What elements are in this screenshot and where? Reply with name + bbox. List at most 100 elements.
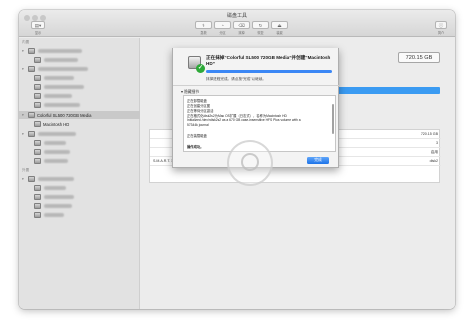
blurred-label bbox=[44, 141, 66, 145]
blurred-label bbox=[44, 204, 72, 208]
sidebar-item-volume[interactable] bbox=[19, 139, 140, 147]
blurred-label bbox=[44, 58, 78, 62]
sidebar-section-external: 外置 bbox=[22, 168, 30, 172]
info-label: 简介 bbox=[437, 31, 445, 35]
watermark-ring bbox=[241, 153, 259, 171]
window-title: 磁盘工具 bbox=[226, 13, 247, 19]
sidebar-icon: ▤▾ bbox=[34, 23, 42, 28]
chevron-down-icon[interactable]: ▾ bbox=[22, 132, 24, 136]
partition-button[interactable]: ◔ bbox=[214, 21, 231, 29]
sidebar-item-volume[interactable] bbox=[19, 83, 140, 91]
divider bbox=[173, 85, 339, 86]
sidebar-item-volume[interactable] bbox=[19, 148, 140, 156]
sidebar-item-label: Colorful SL500 720GB Media bbox=[37, 113, 92, 118]
blurred-label bbox=[38, 49, 82, 53]
erase-label: 抹掉 bbox=[238, 31, 245, 35]
blurred-label bbox=[44, 150, 70, 154]
done-button[interactable]: 完成 bbox=[307, 157, 329, 164]
sheet-status-text: 抹掉进程完成。请点按“完成”以继续。 bbox=[206, 77, 266, 81]
blurred-label bbox=[44, 94, 72, 98]
chevron-down-icon[interactable]: ▾ bbox=[22, 177, 24, 181]
first-aid-button[interactable]: ⚕ bbox=[195, 21, 212, 29]
hard-disk-icon bbox=[28, 131, 35, 137]
hard-disk-icon bbox=[28, 176, 35, 182]
stethoscope-icon: ⚕ bbox=[202, 23, 205, 28]
log-line: Initialized /dev/rdisk2s2 as a 670 GB ca… bbox=[187, 118, 301, 122]
disk-utility-window: 磁盘工具 ▤▾ 显示 ⚕ 急救 ◔ 分区 ⌫ 抹掉 ↻ 恢复 ⏏ 装载 ⓘ 简介… bbox=[19, 10, 455, 309]
erase-button[interactable]: ⌫ bbox=[233, 21, 250, 29]
log-line: 57344k journal bbox=[187, 123, 209, 127]
sidebar-item-disk[interactable]: ▾ bbox=[19, 175, 140, 183]
blurred-label bbox=[38, 177, 74, 181]
sidebar-item-volume[interactable] bbox=[19, 74, 140, 82]
volume-icon bbox=[34, 140, 41, 146]
volume-icon bbox=[34, 185, 41, 191]
mount-button[interactable]: ⏏ bbox=[271, 21, 288, 29]
details-label: 隐藏细节 bbox=[183, 90, 200, 94]
chevron-down-icon[interactable]: ▾ bbox=[22, 49, 24, 53]
progress-bar bbox=[206, 70, 332, 73]
restore-button[interactable]: ↻ bbox=[252, 21, 269, 29]
sidebar-section-internal: 内置 bbox=[22, 40, 30, 44]
eraser-icon: ⌫ bbox=[238, 23, 245, 28]
blurred-label bbox=[44, 76, 74, 80]
sidebar-item-disk[interactable]: ▾ bbox=[19, 130, 140, 138]
blurred-label bbox=[44, 103, 80, 107]
volume-icon bbox=[34, 102, 41, 108]
log-line: 操作成功。 bbox=[187, 145, 204, 149]
info-value: 3 bbox=[436, 141, 438, 145]
sidebar-item-selected-disk[interactable]: ▾ Colorful SL500 720GB Media bbox=[19, 111, 140, 119]
hard-disk-icon bbox=[28, 48, 35, 54]
partition-label: 分区 bbox=[219, 31, 226, 35]
pie-icon: ◔ bbox=[221, 23, 224, 28]
chevron-down-icon[interactable]: ▾ bbox=[22, 113, 24, 117]
checkmark-icon: ✓ bbox=[196, 64, 205, 73]
blurred-label bbox=[44, 186, 66, 190]
sidebar-item-volume[interactable] bbox=[19, 101, 140, 109]
blurred-label bbox=[44, 213, 64, 217]
restore-icon: ↻ bbox=[258, 23, 263, 28]
chevron-down-icon: ▾ bbox=[181, 90, 183, 94]
volume-icon bbox=[34, 203, 41, 209]
sidebar-item-disk[interactable]: ▾ bbox=[19, 47, 140, 55]
sidebar-item-macintosh-hd[interactable]: Macintosh HD bbox=[19, 120, 140, 128]
volume-icon bbox=[34, 121, 41, 127]
first-aid-label: 急救 bbox=[200, 31, 207, 35]
info-button[interactable]: ⓘ bbox=[435, 21, 447, 29]
view-button[interactable]: ▤▾ bbox=[31, 21, 45, 29]
blurred-label bbox=[44, 159, 68, 163]
sidebar-item-volume[interactable] bbox=[19, 193, 140, 201]
info-value: disk2 bbox=[429, 159, 438, 163]
hard-disk-icon bbox=[28, 66, 35, 72]
volume-icon bbox=[34, 57, 41, 63]
watermark-logo bbox=[227, 140, 273, 186]
volume-icon bbox=[34, 212, 41, 218]
log-line: 正在装载磁盘 bbox=[187, 134, 207, 138]
scrollbar[interactable] bbox=[332, 104, 334, 134]
volume-icon bbox=[34, 75, 41, 81]
sheet-title: 正在抹掉“Colorful SL500 720GB Media”并创建“Maci… bbox=[206, 55, 331, 66]
sidebar-item-volume[interactable] bbox=[19, 211, 140, 219]
mount-label: 装载 bbox=[276, 31, 283, 35]
hard-disk-icon bbox=[28, 112, 35, 118]
sidebar-item-volume[interactable] bbox=[19, 92, 140, 100]
volume-icon bbox=[34, 84, 41, 90]
volume-icon bbox=[34, 158, 41, 164]
sidebar-item-volume[interactable] bbox=[19, 56, 140, 64]
volume-icon bbox=[34, 149, 41, 155]
chevron-down-icon[interactable]: ▾ bbox=[22, 67, 24, 71]
sidebar: 内置 ▾ ▾ ▾ Colorful SL500 720GB Media Maci… bbox=[19, 38, 140, 309]
capacity-badge: 720.15 GB bbox=[398, 52, 440, 63]
info-value: 720.15 GB bbox=[420, 132, 438, 136]
mount-icon: ⏏ bbox=[277, 23, 282, 28]
sidebar-item-volume[interactable] bbox=[19, 184, 140, 192]
sidebar-item-disk[interactable]: ▾ bbox=[19, 65, 140, 73]
sidebar-item-volume[interactable] bbox=[19, 157, 140, 165]
blurred-label bbox=[44, 85, 84, 89]
view-label: 显示 bbox=[34, 31, 42, 35]
sidebar-item-volume[interactable] bbox=[19, 202, 140, 210]
restore-label: 恢复 bbox=[257, 31, 264, 35]
blurred-label bbox=[44, 195, 74, 199]
sidebar-item-label: Macintosh HD bbox=[43, 122, 70, 127]
volume-icon bbox=[34, 194, 41, 200]
